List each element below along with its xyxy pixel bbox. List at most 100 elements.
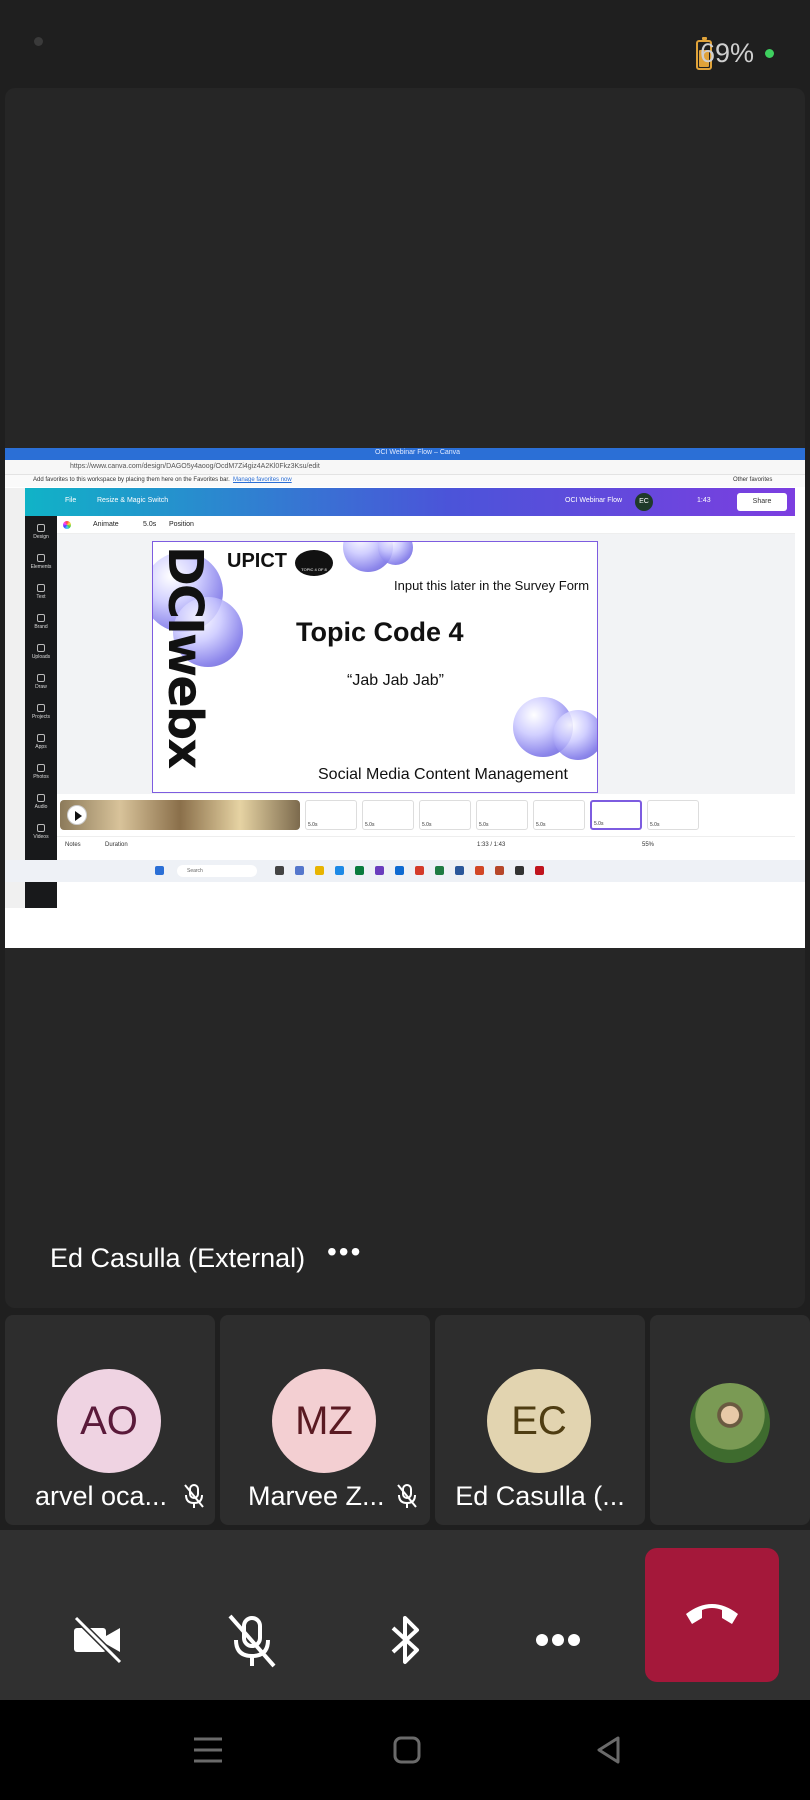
sidebar-item-photos[interactable]: Photos [25,764,57,780]
animate-button[interactable]: Animate [93,521,119,528]
draw-icon [37,674,45,682]
design-icon [37,524,45,532]
taskbar-app-icon[interactable] [355,866,364,875]
duration-button[interactable]: 5.0s [143,521,156,528]
brand-icon [37,614,45,622]
camera-off-icon[interactable] [68,1610,128,1670]
windows-taskbar: Search [5,860,805,882]
taskbar-app-icon[interactable] [475,866,484,875]
participant-tile[interactable]: AO arvel oca... [5,1315,215,1525]
participant-tile[interactable]: EC Ed Casulla (... [435,1315,645,1525]
browser-sidebar [5,488,25,908]
mic-off-button-icon[interactable] [222,1610,282,1670]
taskbar-search[interactable]: Search [177,865,257,877]
end-call-button[interactable] [645,1548,779,1682]
camera-dot [34,37,43,46]
canva-header: File Resize & Magic Switch OCI Webinar F… [25,488,795,516]
start-icon[interactable] [155,866,164,875]
timeline-thumb[interactable]: 5.0s [533,800,585,830]
main-stage[interactable]: OCI Webinar Flow – Canva https://www.can… [5,88,805,1308]
timecode: 1:33 / 1:43 [477,842,506,848]
taskbar-app-icon[interactable] [415,866,424,875]
timeline-thumb[interactable]: 5.0s [305,800,357,830]
battery-percent: 69% [699,38,754,68]
presenter-more-button[interactable]: ••• [327,1236,362,1268]
back-icon[interactable] [594,1735,624,1765]
taskbar-app-icon[interactable] [495,866,504,875]
self-avatar-photo [690,1383,770,1463]
taskbar-app-icon[interactable] [515,866,524,875]
sidebar-item-design[interactable]: Design [25,524,57,540]
sidebar-item-videos[interactable]: Videos [25,824,57,840]
slide-note: Input this later in the Survey Form [394,578,590,593]
sidebar-item-projects[interactable]: Projects [25,704,57,720]
sidebar-item-elements[interactable]: Elements [25,554,57,570]
slide-footer: Social Media Content Management [318,766,568,783]
shared-screen[interactable]: OCI Webinar Flow – Canva https://www.can… [5,448,805,948]
timeline-thumb[interactable]: 5.0s [476,800,528,830]
sidebar-item-brand[interactable]: Brand [25,614,57,630]
home-icon[interactable] [392,1735,422,1765]
upict-logo: UPICT [227,550,287,572]
zoom-level[interactable]: 55% [642,842,654,848]
taskbar-app-icon[interactable] [315,866,324,875]
projects-icon [37,704,45,712]
mic-off-icon [397,1484,417,1508]
share-button[interactable]: Share [737,493,787,511]
timeline[interactable]: 5.0s 5.0s 5.0s 5.0s 5.0s 5.0s 5.0s [57,794,795,836]
taskbar-app-icon[interactable] [535,866,544,875]
taskbar-app-icon[interactable] [455,866,464,875]
user-avatar[interactable]: EC [635,493,653,511]
timeline-thumb[interactable]: 5.0s [647,800,699,830]
call-controls [0,1530,810,1700]
design-title[interactable]: OCI Webinar Flow [565,497,622,504]
recent-apps-icon[interactable] [190,1735,226,1765]
apps-icon [37,734,45,742]
bluetooth-icon[interactable] [375,1610,435,1670]
sidebar-item-draw[interactable]: Draw [25,674,57,690]
sidebar-item-uploads[interactable]: Uploads [25,644,57,660]
play-button[interactable] [67,805,87,825]
sidebar-item-audio[interactable]: Audio [25,794,57,810]
window-title: OCI Webinar Flow – Canva [375,449,461,456]
present-button[interactable]: 1:43 [697,497,711,504]
canva-sidebar: Design Elements Text Brand Uploads Draw … [25,516,57,908]
videos-icon [37,824,45,832]
brand-wordmark: DCIwebx [157,546,213,768]
video-clip-strip[interactable] [60,800,300,830]
url-text[interactable]: https://www.canva.com/design/DAGO5y4aoog… [70,463,320,470]
timeline-thumb-selected[interactable]: 5.0s [590,800,642,830]
duration-toggle[interactable]: Duration [105,842,128,848]
participant-tile[interactable]: MZ Marvee Z... [220,1315,430,1525]
slide[interactable]: DCIwebx UPICT TOPIC 4 OF 8 Input this la… [152,541,598,793]
uploads-icon [37,644,45,652]
slide-title: Topic Code 4 [296,617,464,647]
design-canvas[interactable]: DCIwebx UPICT TOPIC 4 OF 8 Input this la… [57,534,795,794]
sidebar-item-apps[interactable]: Apps [25,734,57,750]
participant-name: Ed Casulla (... [455,1481,625,1511]
audio-icon [37,794,45,802]
more-options-icon[interactable] [528,1610,588,1670]
self-view-tile[interactable] [650,1315,810,1525]
timeline-thumb[interactable]: 5.0s [419,800,471,830]
avatar: EC [487,1369,591,1473]
position-button[interactable]: Position [169,521,194,528]
manage-favorites-link[interactable]: Manage favorites now [233,477,292,483]
sidebar-item-text[interactable]: Text [25,584,57,600]
taskbar-app-icon[interactable] [375,866,384,875]
participant-name: Marvee Z... [248,1481,385,1511]
timeline-thumb[interactable]: 5.0s [362,800,414,830]
taskbar-app-icon[interactable] [395,866,404,875]
presenter-name: Ed Casulla (External) [50,1243,306,1273]
file-menu[interactable]: File [65,497,76,504]
taskbar-app-icon[interactable] [335,866,344,875]
browser-address-bar[interactable]: https://www.canva.com/design/DAGO5y4aoog… [5,460,805,475]
color-wheel-icon[interactable] [63,521,71,529]
taskbar-app-icon[interactable] [435,866,444,875]
topic-badge-logo: TOPIC 4 OF 8 [295,550,333,576]
taskbar-app-icon[interactable] [295,866,304,875]
other-favorites[interactable]: Other favorites [733,477,772,483]
notes-button[interactable]: Notes [65,842,81,848]
resize-button[interactable]: Resize & Magic Switch [97,497,168,504]
taskbar-app-icon[interactable] [275,866,284,875]
